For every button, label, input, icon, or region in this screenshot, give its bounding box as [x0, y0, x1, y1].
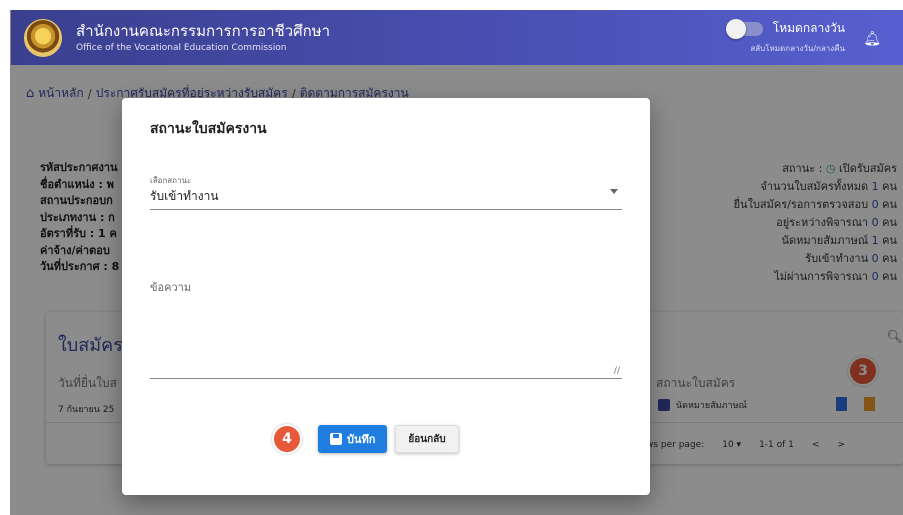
- step-badge-4: 4: [272, 424, 302, 454]
- theme-mode-sublabel: สลับโหมดกลางวัน/กลางคืน: [750, 44, 845, 53]
- bell-icon[interactable]: 🔔︎: [863, 31, 881, 47]
- status-select[interactable]: เลือกสถานะ รับเข้าทำงาน: [150, 174, 622, 210]
- top-app-bar: สำนักงานคณะกรรมการการอาชีวศึกษา Office o…: [10, 10, 903, 65]
- chevron-down-icon[interactable]: [610, 189, 618, 194]
- dialog-actions: 4 บันทึก ย้อนกลับ: [272, 424, 459, 454]
- floppy-disk-icon: [330, 433, 342, 445]
- message-textarea-label: ข้อความ: [150, 281, 192, 294]
- app-title-thai: สำนักงานคณะกรรมการการอาชีวศึกษา: [76, 22, 331, 40]
- ovec-logo: [24, 18, 62, 57]
- status-select-value: รับเข้าทำงาน: [150, 189, 219, 203]
- theme-toggle[interactable]: [725, 18, 763, 39]
- app-titles: สำนักงานคณะกรรมการการอาชีวศึกษา Office o…: [76, 22, 330, 53]
- app-title-english: Office of the Vocational Education Commi…: [76, 43, 287, 53]
- application-status-dialog: สถานะใบสมัครงาน เลือกสถานะ รับเข้าทำงาน …: [122, 98, 650, 495]
- theme-mode-label: โหมดกลางวัน: [772, 21, 845, 35]
- resize-handle-icon[interactable]: ∕∕: [614, 366, 620, 376]
- theme-mode-switch[interactable]: โหมดกลางวัน สลับโหมดกลางวัน/กลางคืน: [725, 18, 845, 55]
- message-textarea[interactable]: ข้อความ ∕∕: [150, 266, 622, 379]
- save-button[interactable]: บันทึก: [318, 425, 388, 453]
- back-button[interactable]: ย้อนกลับ: [395, 425, 459, 453]
- status-select-label: เลือกสถานะ: [150, 176, 192, 185]
- dialog-title: สถานะใบสมัครงาน: [150, 121, 267, 137]
